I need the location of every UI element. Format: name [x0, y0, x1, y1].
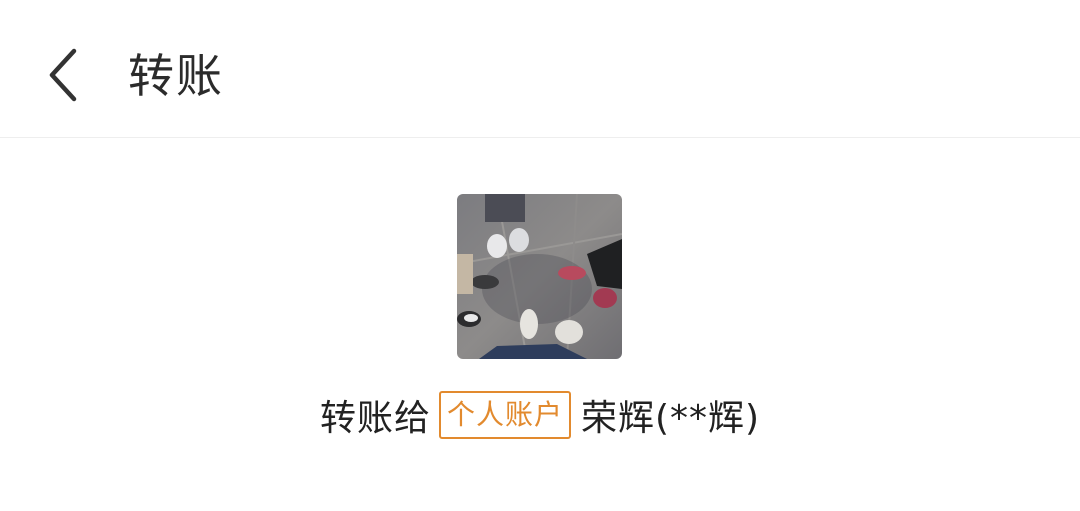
recipient-name: 荣辉(**辉) [580, 398, 761, 439]
recipient-avatar [457, 194, 622, 359]
top-navigation-bar: 转账 [0, 0, 1080, 138]
back-button[interactable] [34, 40, 94, 110]
transfer-to-label: 转账给 [319, 398, 431, 439]
page-title: 转账 [128, 49, 224, 103]
transfer-screen: 转账 转账给 个人账户 荣辉(**辉) [0, 0, 1080, 511]
recipient-info: 转账给 个人账户 荣辉(**辉) [0, 385, 1080, 445]
avatar-photo [457, 194, 622, 359]
account-type-badge: 个人账户 [438, 391, 571, 439]
chevron-left-icon [49, 48, 77, 102]
